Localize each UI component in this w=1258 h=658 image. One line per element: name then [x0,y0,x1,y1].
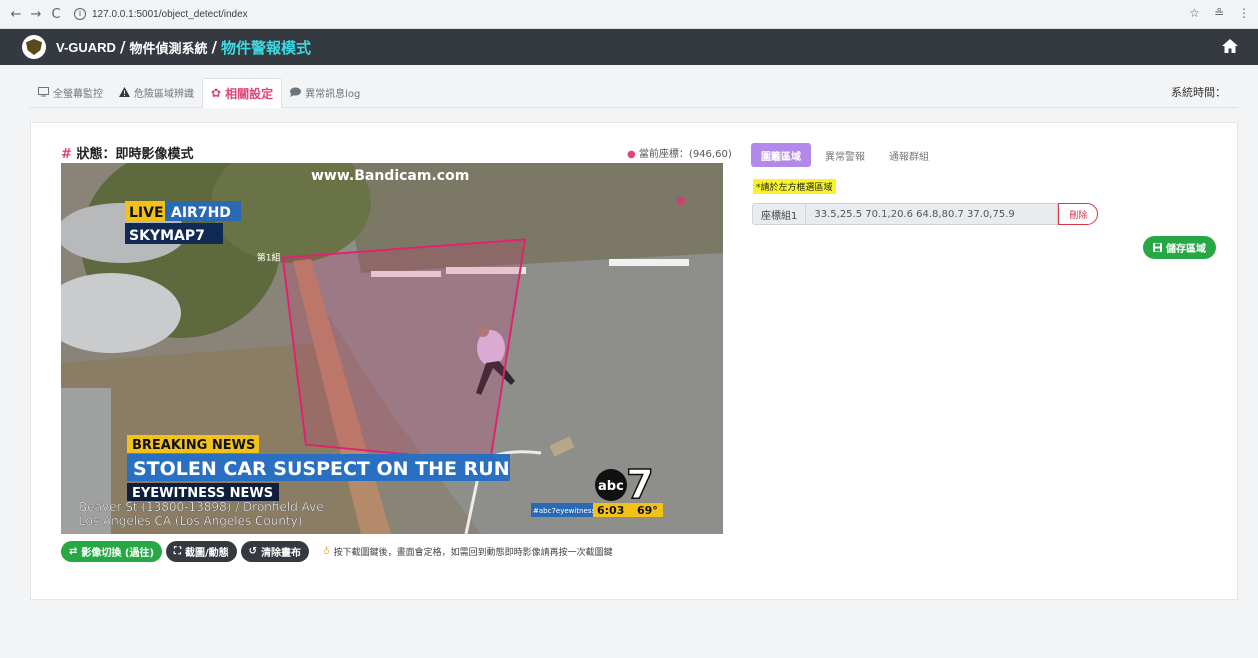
app-header: V-GUARD / 物件偵測系統 / 物件警報模式 [0,29,1258,65]
seven-logo-text: 7 [626,462,654,508]
headline-text: STOLEN CAR SUSPECT ON THE RUN [133,458,510,480]
header-separator: / [119,38,126,56]
breaking-text: BREAKING NEWS [132,438,255,453]
reload-icon[interactable]: C [46,7,66,22]
abc-logo-text: abc [598,479,624,494]
tab-label: 危險區域辨識 [134,88,194,100]
time-text: 6:03 [597,504,624,517]
tab-abnormal-alert[interactable]: 異常警報 [815,143,875,167]
location-line-1: Beaver St (13800-13898) / Dronfield Ave [79,500,324,514]
switch-video-label: 影像切換 (過往) [81,548,155,559]
browser-menu-icon[interactable]: ⋮ [1238,6,1250,20]
capture-label: 截圖/動態 [185,548,229,559]
tab-fence-zone[interactable]: 圍籬區域 [751,143,811,167]
undo-icon: ↺ [248,546,258,557]
gear-icon: ✿ [211,86,222,100]
expand-icon: ⛶ [174,546,182,557]
monitor-icon [38,87,49,97]
tab-label: 全螢幕監控 [53,88,103,100]
hashtag-text: #abc7eyewitness [533,507,595,515]
instruction-highlight: *請於左方框選區域 [753,179,836,194]
logo [22,35,46,59]
capture-button[interactable]: ⛶ 截圖/動態 [166,541,237,562]
parking-stop [609,259,689,266]
shield-logo-icon [26,39,42,55]
back-icon[interactable]: ← [6,7,26,22]
hash-icon: # [61,147,72,162]
capture-hint: ♁ 按下截圖鍵後，畫面會定格，如需回到動態即時影像請再按一次截圖鍵 [323,545,613,559]
address-bar[interactable]: i 127.0.0.1:5001/object_detect/index [74,8,248,20]
tab-danger-zone[interactable]: 危險區域辨識 [111,77,202,107]
switch-video-button[interactable]: ⇄ 影像切換 (過往) [61,541,163,562]
temp-text: 69° [637,504,658,517]
tab-error-log[interactable]: 異常訊息log [282,77,368,107]
delete-button[interactable]: 刪除 [1058,203,1099,225]
home-icon[interactable] [1222,39,1238,53]
map-pin-icon: ● [627,149,636,160]
swap-icon: ⇄ [69,546,78,557]
zone-label: 第1組 [257,252,281,264]
url-text: 127.0.0.1:5001/object_detect/index [92,8,248,20]
watermark-text: www.Bandicam.com [311,168,469,184]
channel-text: AIR7HD [171,205,231,221]
video-controls: ⇄ 影像切換 (過往) ⛶ 截圖/動態 ↺ 清除畫布 ♁ 按下截圖鍵後，畫面會定… [61,541,613,562]
status-text: 狀態：即時影像模式 [76,147,194,162]
header-separator-2: / [211,38,217,56]
brand-name: V-GUARD [56,39,116,55]
bookmark-star-icon[interactable]: ☆ [1189,6,1200,20]
coordinate-text: 當前座標：(946,60) [638,149,732,160]
hint-text: 按下截圖鍵後，畫面會定格，如需回到動態即時影像請再按一次截圖鍵 [333,548,613,558]
system-name: 物件偵測系統 [129,40,208,56]
eyewitness-text: EYEWITNESS NEWS [132,486,273,501]
warning-icon [119,87,130,97]
save-zone-button[interactable]: 儲存區域 [1143,236,1216,259]
page-title: 物件警報模式 [220,38,311,57]
zone-tabs: 圍籬區域 異常警報 通報群組 [751,143,939,167]
coordinate-group-label: 座標組1 [752,203,807,225]
chat-icon [290,87,302,97]
current-coordinate: ● 當前座標：(946,60) [627,145,732,160]
main-tabs: 全螢幕監控 危險區域辨識 ✿ 相關設定 異常訊息log 系統時間： [30,76,1238,108]
profile-icon[interactable]: ≗ [1214,6,1224,20]
browser-toolbar: ← → C i 127.0.0.1:5001/object_detect/ind… [0,0,1258,29]
save-zone-label: 儲存區域 [1166,244,1206,255]
tab-label: 異常訊息log [305,88,361,100]
tab-settings[interactable]: ✿ 相關設定 [202,78,283,108]
tab-label: 相關設定 [225,86,274,101]
tab-notify-group[interactable]: 通報群組 [879,143,939,167]
tab-fullscreen-monitor[interactable]: 全螢幕監控 [30,77,111,107]
cursor-dot [677,197,685,205]
live-text: LIVE [129,205,164,221]
sky-text: SKYMAP7 [129,228,205,244]
clear-canvas-button[interactable]: ↺ 清除畫布 [240,541,310,562]
coordinate-group-field[interactable]: 33.5,25.5 70.1,20.6 64.8,80.7 37.0,75.9 [806,203,1059,225]
status-heading: # 狀態：即時影像模式 [61,143,193,162]
forward-icon[interactable]: → [26,7,46,22]
clear-canvas-label: 清除畫布 [261,548,302,559]
video-canvas[interactable]: 第1組 www.Bandicam.com LIVE AIR7HD SKYMAP7… [61,163,723,534]
fence-zone-polygon[interactable] [281,238,527,464]
site-info-icon[interactable]: i [74,8,86,20]
coordinate-group-row: 座標組1 33.5,25.5 70.1,20.6 64.8,80.7 37.0,… [752,203,1099,225]
video-frame[interactable]: 第1組 www.Bandicam.com LIVE AIR7HD SKYMAP7… [61,163,723,534]
system-time: 系統時間： [1171,86,1226,99]
lightbulb-icon: ♁ [323,546,330,557]
settings-card: # 狀態：即時影像模式 ● 當前座標：(946,60) 第1組 www.Band… [30,122,1238,600]
floppy-disk-icon [1153,243,1162,252]
location-line-2: Los Angeles CA (Los Angeles County) [79,514,302,528]
